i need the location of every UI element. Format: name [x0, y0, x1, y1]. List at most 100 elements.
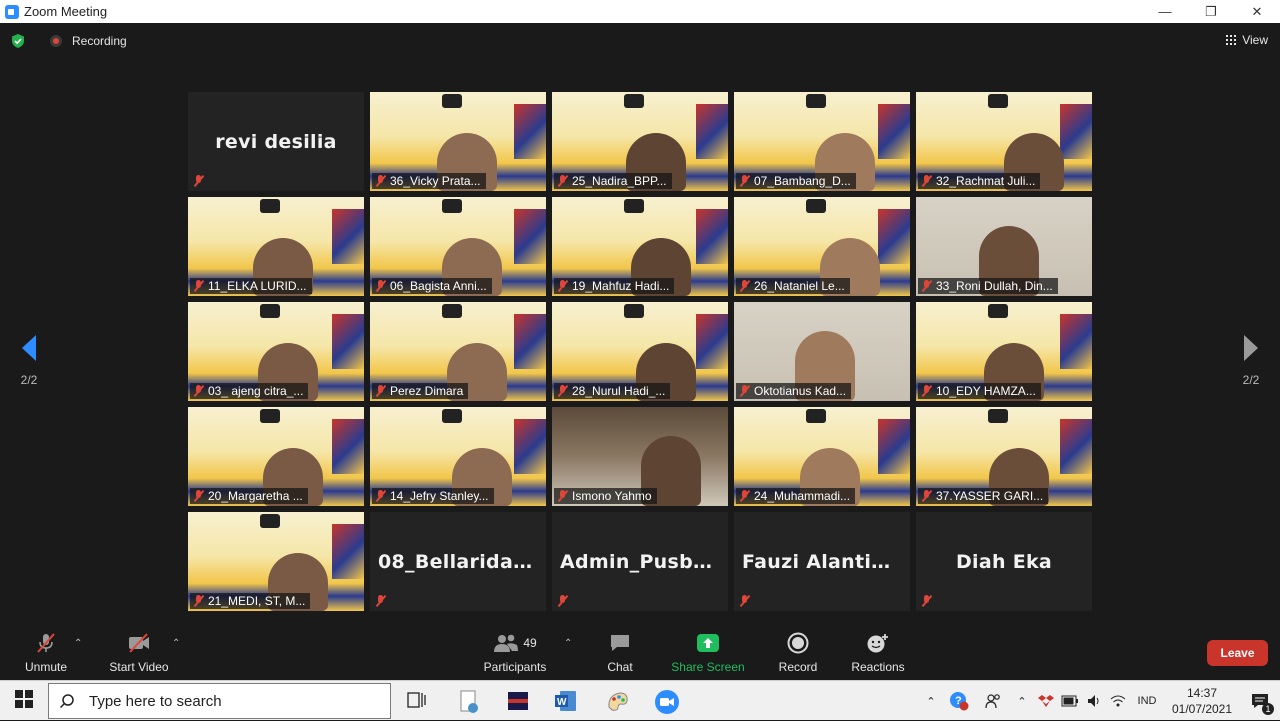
mic-muted-icon: [557, 175, 568, 187]
participant-tile[interactable]: 10_EDY HAMZA...: [916, 302, 1092, 401]
share-screen-button[interactable]: Share Screen: [670, 630, 746, 680]
participant-name: Oktotianus Kad...: [754, 384, 847, 398]
participant-tile[interactable]: Diah Eka: [916, 512, 1092, 611]
unmute-button[interactable]: Unmute: [20, 630, 72, 680]
grid-view-icon: [1226, 35, 1237, 45]
action-center-icon[interactable]: 1: [1240, 691, 1280, 715]
participant-name: 24_Muhammadi...: [754, 489, 851, 503]
training-logo: [442, 304, 462, 318]
participant-tile[interactable]: 19_Mahfuz Hadi...: [552, 197, 728, 296]
start-video-button[interactable]: Start Video: [104, 630, 174, 680]
mic-muted-icon: [739, 490, 750, 502]
close-button[interactable]: ✕: [1234, 0, 1280, 23]
window-title: Zoom Meeting: [24, 4, 108, 19]
participant-label: 21_MEDI, ST, M...: [190, 593, 311, 609]
video-options-caret[interactable]: ⌃: [172, 638, 180, 649]
participant-label: 19_Mahfuz Hadi...: [554, 278, 675, 294]
participants-count: 49: [523, 636, 537, 650]
meeting-status: Recording: [10, 33, 127, 49]
participant-name: 28_Nurul Hadi_...: [572, 384, 666, 398]
participant-tile[interactable]: 28_Nurul Hadi_...: [552, 302, 728, 401]
participant-name: 21_MEDI, ST, M...: [208, 594, 306, 608]
banner-stripe: [514, 314, 546, 369]
tray-scroll-up-icon[interactable]: ⌃: [920, 695, 942, 708]
file-explorer-icon[interactable]: [458, 689, 482, 713]
participant-tile[interactable]: 07_Bambang_D...: [734, 92, 910, 191]
banner-stripe: [1060, 104, 1092, 159]
view-button[interactable]: View: [1226, 33, 1268, 47]
participant-tile[interactable]: 21_MEDI, ST, M...: [188, 512, 364, 611]
battery-icon[interactable]: [1058, 695, 1082, 707]
chat-button[interactable]: Chat: [600, 630, 640, 680]
reactions-button[interactable]: Reactions: [848, 630, 908, 680]
participant-tile[interactable]: 24_Muhammadi...: [734, 407, 910, 506]
show-hidden-icons-caret[interactable]: ⌃: [1010, 695, 1034, 708]
participant-label: [372, 593, 391, 609]
chat-label: Chat: [607, 660, 633, 674]
participant-label: 10_EDY HAMZA...: [918, 383, 1041, 399]
banner-stripe: [696, 209, 728, 264]
participant-tile[interactable]: 08_Bellarida Fe...: [370, 512, 546, 611]
participant-name: 20_Margaretha ...: [208, 489, 303, 503]
minimize-button[interactable]: —: [1142, 0, 1188, 23]
participants-options-caret[interactable]: ⌃: [564, 638, 572, 649]
participant-tile[interactable]: 03_ ajeng citra_...: [188, 302, 364, 401]
volume-icon[interactable]: [1082, 693, 1106, 709]
previous-page-button[interactable]: 2/2: [14, 333, 44, 393]
participant-tile[interactable]: Oktotianus Kad...: [734, 302, 910, 401]
training-logo: [260, 304, 280, 318]
next-page-button[interactable]: 2/2: [1236, 333, 1266, 393]
people-icon[interactable]: [976, 692, 1010, 710]
participant-tile[interactable]: revi desilia: [188, 92, 364, 191]
notification-count: 1: [1262, 703, 1274, 715]
windows-taskbar: Type here to search W ⌃ ? ⌃ IND 14:37 01…: [0, 680, 1280, 720]
participant-tile[interactable]: 33_Roni Dullah, Din...: [916, 197, 1092, 296]
zoom-taskbar-icon[interactable]: [654, 689, 679, 714]
participant-tile[interactable]: 37.YASSER GARI...: [916, 407, 1092, 506]
participant-tile[interactable]: 11_ELKA LURID...: [188, 197, 364, 296]
participant-tile[interactable]: Ismono Yahmo: [552, 407, 728, 506]
participant-name: 36_Vicky Prata...: [390, 174, 481, 188]
help-icon[interactable]: ?: [942, 691, 976, 711]
participant-tile[interactable]: 14_Jefry Stanley...: [370, 407, 546, 506]
taskbar-search-box[interactable]: Type here to search: [48, 683, 391, 719]
participant-tile[interactable]: Perez Dimara: [370, 302, 546, 401]
participant-tile[interactable]: 06_Bagista Anni...: [370, 197, 546, 296]
restore-button[interactable]: ❐: [1188, 0, 1234, 23]
previous-page-indicator: 2/2: [20, 373, 38, 387]
audio-options-caret[interactable]: ⌃: [74, 638, 82, 649]
record-button[interactable]: Record: [776, 630, 820, 680]
banner-stripe: [878, 209, 910, 264]
participant-name: 19_Mahfuz Hadi...: [572, 279, 670, 293]
banner-stripe: [514, 419, 546, 474]
task-view-icon[interactable]: [405, 689, 429, 713]
banner-stripe: [332, 209, 364, 264]
wifi-icon[interactable]: [1106, 694, 1130, 708]
paint-icon[interactable]: [606, 689, 630, 713]
participant-tile[interactable]: 26_Nataniel Le...: [734, 197, 910, 296]
banner-stripe: [878, 104, 910, 159]
dropbox-icon[interactable]: [1034, 693, 1058, 709]
participant-tile[interactable]: 36_Vicky Prata...: [370, 92, 546, 191]
banner-stripe: [332, 314, 364, 369]
participants-button[interactable]: 49 Participants: [478, 630, 552, 680]
participant-label: 11_ELKA LURID...: [190, 278, 312, 294]
taskbar-clock[interactable]: 14:37 01/07/2021: [1164, 685, 1240, 717]
banner-stripe: [332, 524, 364, 579]
leave-button[interactable]: Leave: [1207, 640, 1268, 666]
participant-tile[interactable]: Fauzi Alantia -...: [734, 512, 910, 611]
language-indicator[interactable]: IND: [1130, 695, 1164, 707]
banner-stripe: [696, 104, 728, 159]
game-app-icon[interactable]: [506, 689, 530, 713]
participant-name: Ismono Yahmo: [572, 489, 652, 503]
participant-tile[interactable]: Admin_Pusban...: [552, 512, 728, 611]
windows-start-icon[interactable]: [14, 689, 38, 713]
word-icon[interactable]: W: [554, 689, 578, 713]
mic-muted-icon: [921, 280, 932, 292]
participant-tile[interactable]: 20_Margaretha ...: [188, 407, 364, 506]
recording-icon: [50, 35, 62, 47]
participant-tile[interactable]: 25_Nadira_BPP...: [552, 92, 728, 191]
participant-tile[interactable]: 32_Rachmat Juli...: [916, 92, 1092, 191]
encryption-shield-icon[interactable]: [10, 33, 26, 49]
participant-name: 07_Bambang_D...: [754, 174, 851, 188]
